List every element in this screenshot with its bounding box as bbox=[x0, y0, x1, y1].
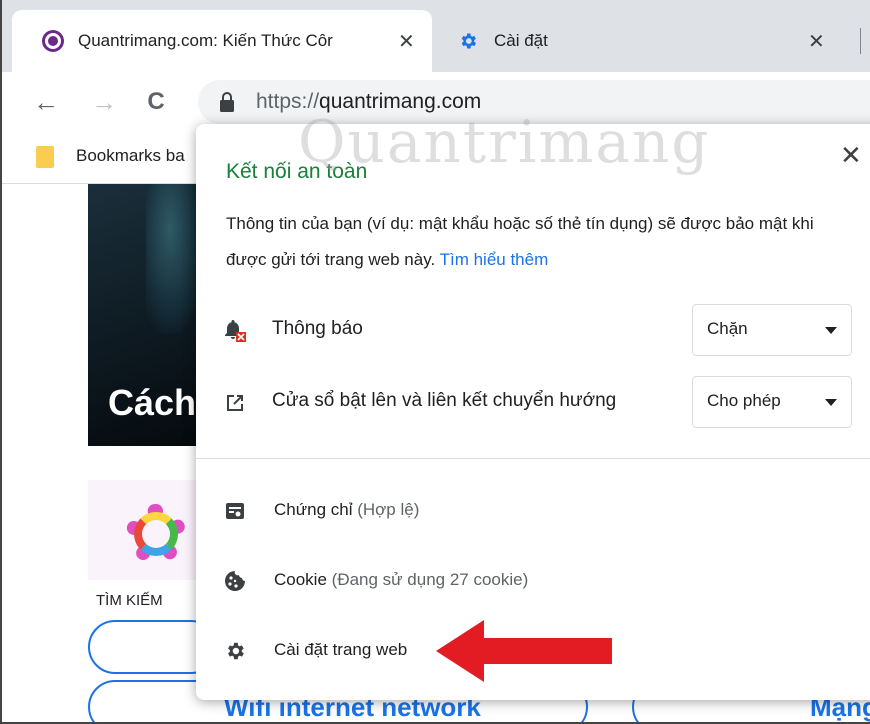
reload-button[interactable]: C bbox=[138, 84, 174, 120]
gear-icon bbox=[461, 33, 476, 49]
tab-separator bbox=[860, 28, 861, 54]
learn-more-link[interactable]: Tìm hiểu thêm bbox=[440, 250, 549, 269]
popup-description: Thông tin của bạn (ví dụ: mật khẩu hoặc … bbox=[226, 214, 814, 269]
notification-blocked-icon bbox=[225, 320, 246, 342]
notifications-select[interactable]: Chặn bbox=[692, 304, 852, 356]
forward-button[interactable]: → bbox=[86, 84, 122, 120]
divider bbox=[196, 458, 870, 459]
lock-icon[interactable] bbox=[220, 92, 234, 112]
tab-strip: Quantrimang.com: Kiến Thức Côr ✕ Cài đặt… bbox=[2, 0, 870, 72]
color-wheel-inner bbox=[134, 512, 178, 556]
bookmarks-label[interactable]: Bookmarks ba bbox=[76, 146, 185, 166]
tab-quantrimang[interactable]: Quantrimang.com: Kiến Thức Côr ✕ bbox=[12, 10, 432, 72]
tab-title: Quantrimang.com: Kiến Thức Côr bbox=[78, 31, 333, 50]
popups-select[interactable]: Cho phép bbox=[692, 376, 852, 428]
back-button[interactable]: ← bbox=[28, 84, 64, 120]
close-icon[interactable]: ✕ bbox=[840, 140, 862, 171]
browser-window: Quantrimang.com: Kiến Thức Côr ✕ Cài đặt… bbox=[0, 0, 870, 724]
toolbar: ← → C https://quantrimang.com bbox=[2, 72, 870, 132]
quantrimang-logo-icon bbox=[42, 30, 64, 52]
tab-settings[interactable]: Cài đặt ✕ bbox=[438, 10, 838, 72]
certificate-icon bbox=[226, 503, 244, 519]
permission-label: Cửa sổ bật lên và liên kết chuyển hướng bbox=[272, 390, 617, 411]
settings-gear-icon bbox=[228, 642, 244, 660]
chevron-down-icon bbox=[825, 327, 837, 334]
tab-close-icon[interactable]: ✕ bbox=[398, 29, 415, 54]
permission-label: Thông báo bbox=[272, 318, 363, 339]
cookie-label: Cookie (Đang sử dụng 27 cookie) bbox=[274, 570, 529, 589]
certificate-label: Chứng chỉ (Hợp lệ) bbox=[274, 500, 420, 519]
hero-title[interactable]: Cách bbox=[108, 382, 196, 424]
select-value: Chặn bbox=[707, 319, 748, 338]
chevron-down-icon bbox=[825, 399, 837, 406]
tab-close-icon[interactable]: ✕ bbox=[808, 29, 825, 54]
tab-title: Cài đặt bbox=[494, 31, 548, 50]
address-bar[interactable]: https://quantrimang.com bbox=[198, 80, 870, 124]
red-arrow-annotation bbox=[436, 620, 612, 682]
cookie-icon bbox=[225, 571, 245, 591]
url-text[interactable]: https://quantrimang.com bbox=[256, 90, 481, 114]
folder-icon bbox=[36, 146, 54, 168]
search-heading: TÌM KIẾM bbox=[96, 592, 163, 609]
popup-title: Kết nối an toàn bbox=[226, 160, 368, 183]
site-info-popup: Kết nối an toàn ✕ Thông tin của bạn (ví … bbox=[196, 124, 870, 700]
permission-notifications: Thông báo Chặn bbox=[196, 304, 870, 356]
certificate-row[interactable]: Chứng chỉ (Hợp lệ) bbox=[196, 490, 870, 534]
cookie-row[interactable]: Cookie (Đang sử dụng 27 cookie) bbox=[196, 560, 870, 604]
site-settings-label: Cài đặt trang web bbox=[274, 640, 408, 659]
permission-popups: Cửa sổ bật lên và liên kết chuyển hướng … bbox=[196, 376, 870, 428]
popup-redirect-icon bbox=[227, 395, 243, 411]
select-value: Cho phép bbox=[707, 391, 781, 410]
